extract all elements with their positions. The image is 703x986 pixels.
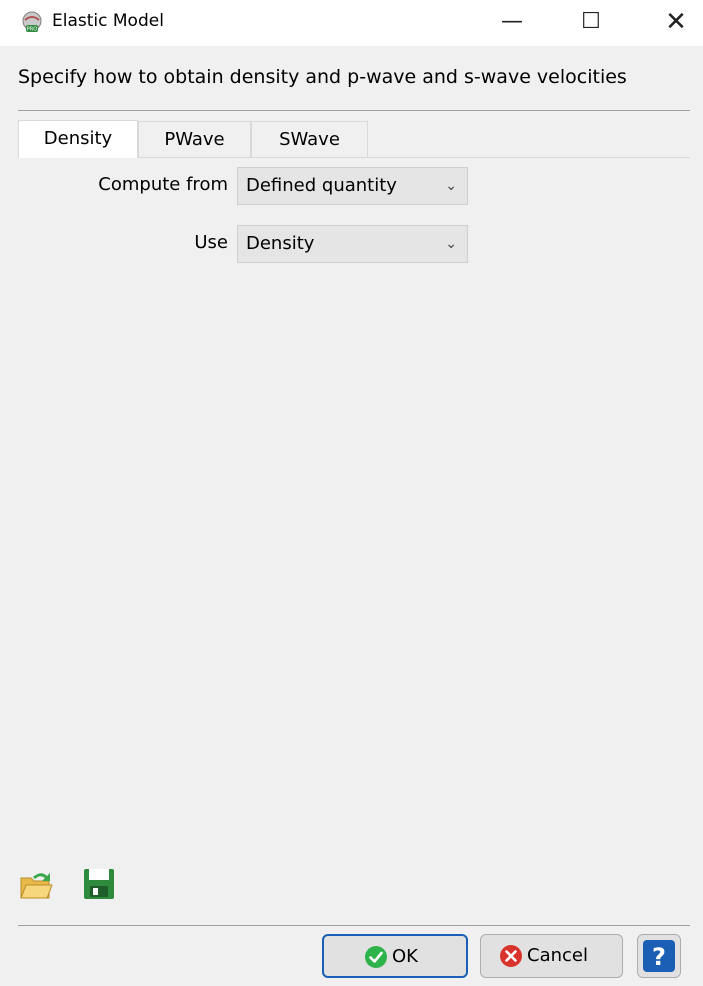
tab-bar: Density PWave SWave (18, 120, 690, 158)
tab-pwave[interactable]: PWave (138, 121, 251, 157)
compute-from-label: Compute from (98, 174, 228, 195)
use-label: Use (194, 232, 228, 253)
ok-button[interactable]: OK (322, 934, 468, 978)
close-button[interactable]: ✕ (648, 0, 703, 46)
open-folder-icon[interactable] (19, 868, 53, 902)
title-bar: PRO Elastic Model — ☐ ✕ (0, 0, 703, 46)
minimize-button[interactable]: — (484, 0, 540, 46)
instruction-text: Specify how to obtain density and p-wave… (18, 66, 627, 88)
cancel-circle-icon (500, 945, 522, 967)
window-title: Elastic Model (52, 11, 164, 31)
compute-from-select[interactable]: Defined quantity ⌄ (237, 167, 468, 205)
tab-density[interactable]: Density (18, 120, 138, 158)
tab-swave[interactable]: SWave (251, 121, 368, 157)
chevron-down-icon: ⌄ (445, 236, 457, 252)
maximize-button[interactable]: ☐ (563, 0, 619, 46)
help-glyph: ? (652, 943, 666, 971)
help-button[interactable]: ? (637, 934, 681, 978)
divider (18, 110, 690, 111)
app-icon: PRO (22, 11, 42, 33)
footer-divider (18, 925, 690, 926)
chevron-down-icon: ⌄ (445, 178, 457, 194)
cancel-label: Cancel (527, 945, 588, 966)
svg-text:PRO: PRO (27, 27, 37, 33)
check-circle-icon (365, 946, 387, 968)
use-value: Density (246, 233, 315, 254)
use-select[interactable]: Density ⌄ (237, 225, 468, 263)
ok-label: OK (392, 946, 418, 967)
cancel-button[interactable]: Cancel (480, 934, 623, 978)
help-question-icon: ? (643, 940, 675, 972)
compute-from-value: Defined quantity (246, 175, 397, 196)
save-disk-icon[interactable] (82, 867, 116, 901)
